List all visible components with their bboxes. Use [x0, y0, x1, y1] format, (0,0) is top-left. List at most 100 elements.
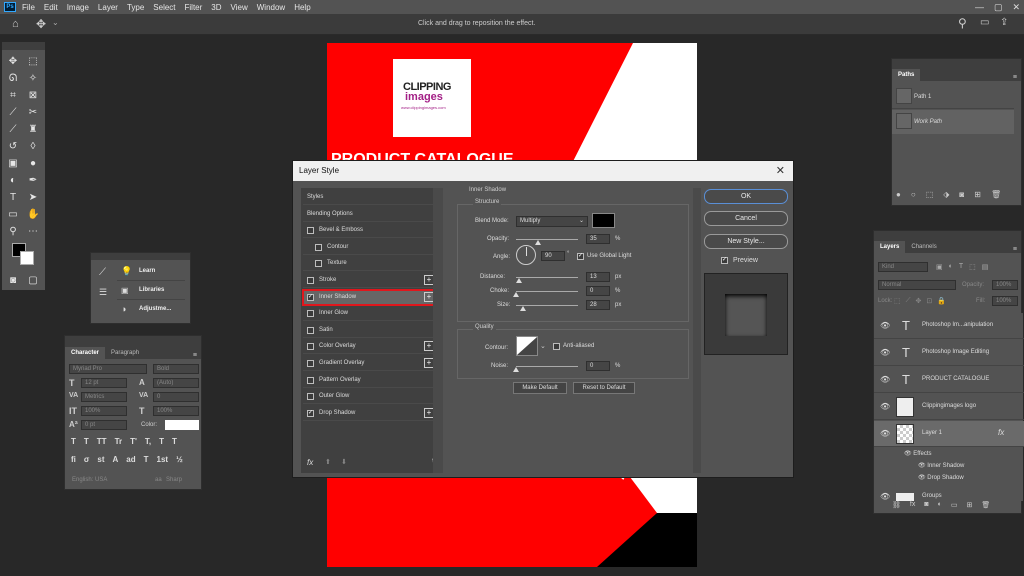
healing-brush-icon[interactable]: ✂	[27, 107, 39, 119]
trash-icon[interactable]: 🗑	[981, 501, 990, 509]
lock-paint-icon[interactable]: ⟋	[906, 297, 911, 305]
libraries-item[interactable]: ▣ Libraries	[117, 282, 185, 300]
effects-icon[interactable]: 👁	[904, 451, 912, 457]
ok-button[interactable]: OK	[704, 189, 788, 204]
tab-paths[interactable]: Paths	[892, 69, 921, 81]
text-style-button[interactable]: σ	[84, 455, 89, 464]
style-checkbox[interactable]	[315, 260, 322, 268]
quick-mask-icon[interactable]: ◙	[7, 275, 19, 287]
effect-drop-shadow[interactable]: 👁 Drop Shadow	[918, 474, 964, 481]
eye-icon[interactable]: 👁	[918, 463, 926, 469]
menu-item[interactable]: View	[231, 3, 248, 12]
styles-scrollbar[interactable]	[433, 188, 443, 473]
distance-slider-track[interactable]	[516, 277, 578, 278]
stamp-tool-icon[interactable]: ♜	[27, 124, 39, 136]
lock-all-icon[interactable]: 🔒	[937, 297, 946, 305]
brush-tool-icon[interactable]: ⟋	[7, 124, 19, 136]
text-style-button[interactable]: T	[172, 437, 177, 446]
type-tool-icon[interactable]: T	[7, 192, 19, 204]
menu-item[interactable]: Filter	[185, 3, 203, 12]
eye-icon[interactable]: 👁	[880, 429, 890, 438]
use-global-light-checkbox[interactable]: ✓	[577, 253, 584, 260]
layer-row-selected[interactable]: 👁 Layer 1 fx	[874, 421, 1024, 447]
text-style-button[interactable]: ad	[126, 455, 135, 464]
move-tool-icon[interactable]: ✥	[36, 17, 46, 31]
language-select[interactable]: English: USA	[69, 476, 147, 486]
filter-adjust-icon[interactable]: ◐	[949, 263, 953, 271]
make-path-icon[interactable]: ⬗	[943, 190, 949, 199]
distance-field[interactable]: 13	[586, 272, 610, 282]
eye-icon[interactable]: 👁	[880, 321, 890, 330]
choke-slider-thumb[interactable]	[513, 292, 519, 297]
close-icon[interactable]: ✕	[1012, 2, 1020, 13]
group-icon[interactable]: ▭	[951, 501, 958, 509]
learn-item[interactable]: 💡 Learn	[117, 263, 185, 281]
fx-menu-icon[interactable]: fx	[307, 458, 313, 467]
eye-icon[interactable]: 👁	[918, 475, 926, 481]
menu-item[interactable]: Image	[67, 3, 89, 12]
fx-icon[interactable]: fx	[910, 501, 915, 509]
angle-field[interactable]: 90	[541, 251, 565, 261]
magic-wand-icon[interactable]: ✧	[27, 73, 39, 85]
layer-row[interactable]: 👁 T PRODUCT CATALOGUE	[874, 367, 1024, 393]
angle-dial[interactable]	[516, 245, 536, 265]
preview-checkbox[interactable]: ✓	[721, 257, 728, 264]
style-checkbox[interactable]	[307, 310, 314, 318]
new-style-button[interactable]: New Style...	[704, 234, 788, 249]
shape-tool-icon[interactable]: ▭	[7, 209, 19, 221]
tracking-field[interactable]: 0	[153, 392, 199, 402]
load-selection-icon[interactable]: ⬚	[926, 190, 934, 199]
anti-aliased-checkbox[interactable]	[553, 343, 560, 350]
style-item-bevel-emboss[interactable]: Bevel & Emboss	[303, 223, 437, 239]
stroke-path-icon[interactable]: ○	[911, 190, 916, 199]
opacity-slider-track[interactable]	[516, 239, 578, 240]
style-item-inner-glow[interactable]: Inner Glow	[303, 306, 437, 322]
work-path-item[interactable]: Work Path	[892, 110, 1014, 134]
menu-item[interactable]: Window	[257, 3, 285, 12]
lasso-tool-icon[interactable]: ᘏ	[7, 73, 19, 85]
more-tools-icon[interactable]: ⋯	[27, 226, 39, 238]
noise-slider-track[interactable]	[516, 366, 578, 367]
eyedropper-icon[interactable]: ⟋	[7, 107, 19, 119]
new-layer-icon[interactable]: ⊞	[966, 501, 972, 509]
text-style-button[interactable]: fi	[71, 455, 76, 464]
pen-tool-icon[interactable]: ✒	[27, 175, 39, 187]
cancel-button[interactable]: Cancel	[704, 211, 788, 226]
add-mask-icon[interactable]: ◙	[959, 190, 964, 199]
opacity-slider-thumb[interactable]	[534, 240, 541, 245]
style-checkbox[interactable]	[307, 277, 314, 284]
text-style-button[interactable]: T,	[145, 437, 151, 446]
distance-slider-thumb[interactable]	[516, 278, 523, 283]
adjustments-item[interactable]: ◑ Adjustme...	[117, 301, 185, 319]
minimize-icon[interactable]: —	[975, 2, 984, 13]
move-tool-icon[interactable]: ✥	[7, 56, 19, 68]
text-style-button[interactable]: T	[144, 455, 149, 464]
blend-mode-select[interactable]: Normal	[878, 280, 956, 290]
filter-smart-icon[interactable]: ▤	[982, 263, 989, 271]
anti-alias-select[interactable]: Sharp	[163, 476, 199, 486]
text-style-button[interactable]: ½	[176, 455, 183, 464]
frame-tool-icon[interactable]: ⊠	[27, 90, 39, 102]
eye-icon[interactable]: 👁	[880, 492, 890, 501]
background-color-swatch[interactable]	[20, 251, 34, 265]
text-style-button[interactable]: T	[71, 437, 76, 446]
history-brush-icon[interactable]: ↺	[7, 141, 19, 153]
shadow-color-swatch[interactable]	[592, 213, 615, 228]
vertical-scale-field[interactable]: 100%	[81, 406, 127, 416]
style-item-styles[interactable]: Styles	[303, 190, 437, 205]
tab-layers[interactable]: Layers	[874, 241, 906, 253]
filter-shape-icon[interactable]: ⬚	[969, 263, 976, 271]
mask-icon[interactable]: ◙	[924, 501, 928, 509]
choke-field[interactable]: 0	[586, 286, 610, 296]
noise-slider-thumb[interactable]	[513, 367, 519, 372]
style-checkbox[interactable]	[307, 393, 314, 401]
blend-mode-select[interactable]: Multiply ⌄	[516, 216, 588, 227]
font-style-select[interactable]: Bold	[153, 364, 199, 374]
style-item-pattern-overlay[interactable]: Pattern Overlay	[303, 373, 437, 388]
horizontal-scale-field[interactable]: 100%	[153, 406, 199, 416]
lock-pixels-icon[interactable]: ⬚	[894, 297, 901, 305]
style-item-drop-shadow[interactable]: ✓ Drop Shadow +	[303, 406, 437, 421]
adjustment-icon[interactable]: ◐	[938, 501, 942, 509]
text-color-swatch[interactable]	[165, 420, 199, 430]
style-checkbox[interactable]	[307, 326, 314, 334]
